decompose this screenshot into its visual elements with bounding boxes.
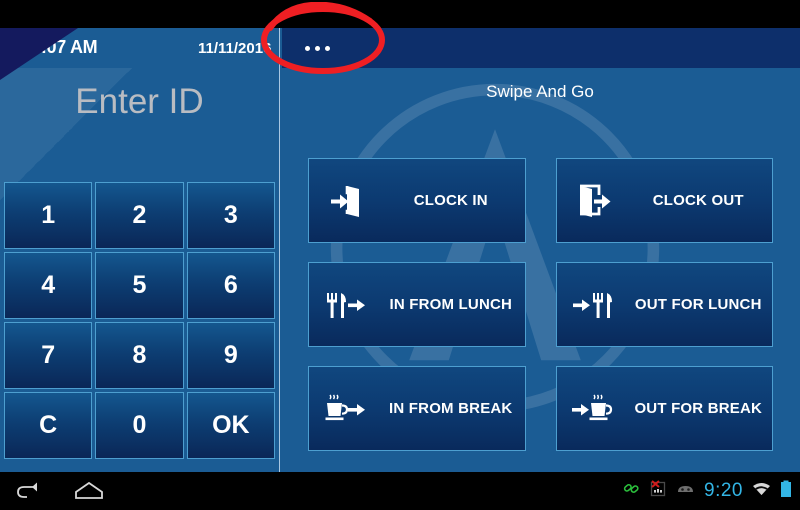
arrow-right-cutlery-icon xyxy=(557,285,631,325)
chain-link-icon xyxy=(623,480,640,502)
android-navigation-bar: 9:20 xyxy=(0,472,800,510)
home-icon[interactable] xyxy=(73,481,105,506)
in-from-break-label: IN FROM BREAK xyxy=(389,400,513,417)
header-date: 11/11/2016 xyxy=(198,40,272,57)
key-1[interactable]: 1 xyxy=(4,182,93,249)
android-face-icon xyxy=(676,482,695,501)
battery-full-icon xyxy=(780,480,792,503)
key-ok[interactable]: OK xyxy=(186,392,275,459)
overflow-menu-button[interactable] xyxy=(294,28,340,68)
key-4[interactable]: 4 xyxy=(4,252,93,319)
key-6[interactable]: 6 xyxy=(186,252,275,319)
out-for-break-button[interactable]: OUT FOR BREAK xyxy=(555,366,773,451)
out-for-lunch-button[interactable]: OUT FOR LUNCH xyxy=(555,262,773,347)
coffee-arrow-right-icon xyxy=(309,389,383,429)
clock-out-button[interactable]: CLOCK OUT xyxy=(555,158,773,243)
key-3[interactable]: 3 xyxy=(186,182,275,249)
out-for-lunch-label: OUT FOR LUNCH xyxy=(634,296,762,313)
key-0[interactable]: 0 xyxy=(95,392,184,459)
panel-title: Swipe And Go xyxy=(486,82,594,101)
action-button-grid: CLOCK IN CLOCK OUT IN FROM LUNCH OUT FOR… xyxy=(308,158,773,451)
in-from-lunch-label: IN FROM LUNCH xyxy=(389,296,513,313)
swipe-and-go-panel: Swipe And Go CLOCK IN CLOCK OUT IN FROM … xyxy=(280,68,800,472)
back-arrow-icon[interactable] xyxy=(14,481,40,506)
cutlery-arrow-right-icon xyxy=(309,285,383,325)
header-divider xyxy=(279,28,280,68)
clock-out-label: CLOCK OUT xyxy=(652,192,744,209)
door-enter-icon xyxy=(309,181,383,221)
wifi-icon xyxy=(752,481,771,502)
timeclock-app: 9:20:07 AM 11/11/2016 Enter ID 1 2 3 4 5… xyxy=(0,28,800,472)
overflow-dot-icon xyxy=(324,45,330,51)
status-icon-tray: 9:20 xyxy=(623,472,792,510)
device-bezel-top xyxy=(0,0,800,28)
door-exit-icon xyxy=(557,181,631,221)
overflow-dot-icon xyxy=(304,45,310,51)
key-8[interactable]: 8 xyxy=(95,322,184,389)
arrow-right-coffee-icon xyxy=(557,389,631,429)
app-header: 9:20:07 AM 11/11/2016 xyxy=(0,28,800,68)
key-9[interactable]: 9 xyxy=(186,322,275,389)
in-from-break-button[interactable]: IN FROM BREAK xyxy=(308,366,526,451)
key-2[interactable]: 2 xyxy=(95,182,184,249)
numeric-keypad: 1 2 3 4 5 6 7 8 9 C 0 OK xyxy=(4,182,275,459)
header-right-region xyxy=(282,28,800,68)
key-clear[interactable]: C xyxy=(4,392,93,459)
clock-in-button[interactable]: CLOCK IN xyxy=(308,158,526,243)
overflow-dot-icon xyxy=(314,45,320,51)
key-5[interactable]: 5 xyxy=(95,252,184,319)
in-from-lunch-button[interactable]: IN FROM LUNCH xyxy=(308,262,526,347)
status-bar-clock: 9:20 xyxy=(704,480,743,501)
enter-id-placeholder: Enter ID xyxy=(75,82,204,121)
clock-in-label: CLOCK IN xyxy=(413,192,488,209)
out-for-break-label: OUT FOR BREAK xyxy=(634,400,763,417)
device-screen: 9:20:07 AM 11/11/2016 Enter ID 1 2 3 4 5… xyxy=(0,0,800,510)
keypad-panel: Enter ID 1 2 3 4 5 6 7 8 9 C 0 OK xyxy=(0,68,279,472)
no-signal-icon xyxy=(649,479,667,503)
key-7[interactable]: 7 xyxy=(4,322,93,389)
